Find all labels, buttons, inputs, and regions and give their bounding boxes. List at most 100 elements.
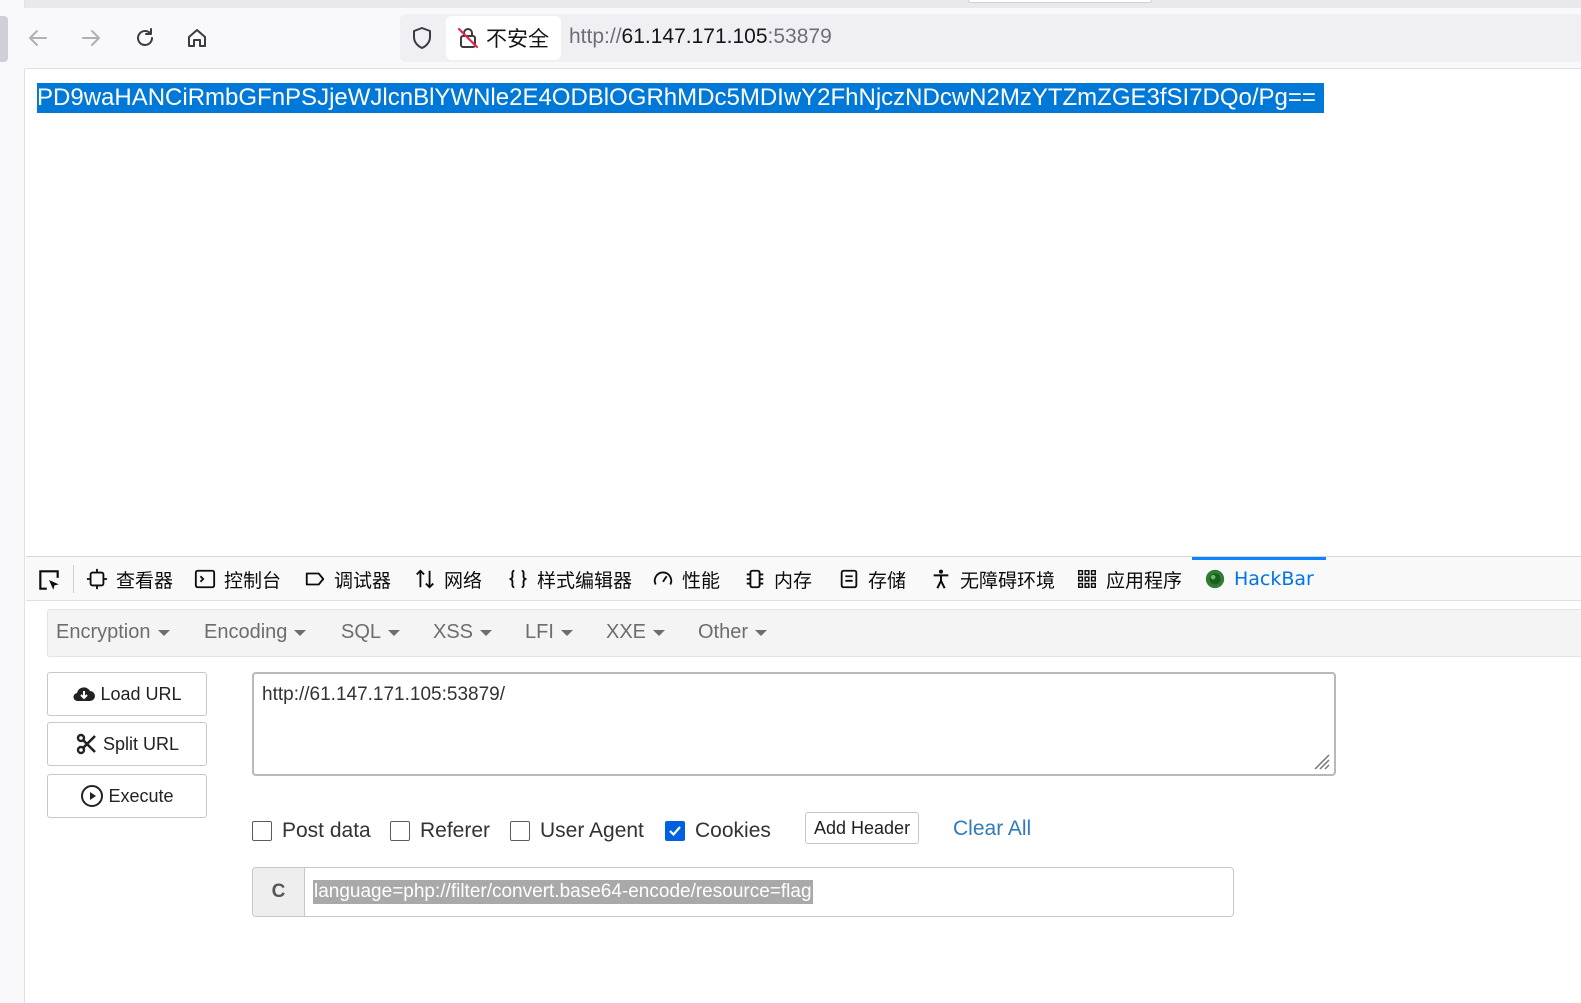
tab-memory[interactable]: 内存 xyxy=(744,557,812,601)
menu-label: SQL xyxy=(341,621,382,643)
application-icon xyxy=(1078,570,1096,588)
site-security-indicator[interactable]: 不安全 xyxy=(446,16,561,60)
user-agent-label: User Agent xyxy=(540,819,644,842)
caret-down-icon xyxy=(653,629,666,636)
tab-label: HackBar xyxy=(1234,568,1314,590)
tab-accessibility[interactable]: 无障碍环境 xyxy=(930,557,1055,601)
tab-label: 存储 xyxy=(868,569,907,592)
reload-button[interactable] xyxy=(129,22,161,54)
play-circle-icon xyxy=(81,785,104,807)
menu-encoding[interactable]: Encoding xyxy=(204,621,307,644)
referer-option[interactable]: Referer xyxy=(390,819,490,843)
tab-label: 应用程序 xyxy=(1106,569,1183,592)
tab-label: 网络 xyxy=(444,569,483,592)
security-label: 不安全 xyxy=(486,27,549,51)
add-header-button[interactable]: Add Header xyxy=(805,812,920,844)
tab-strip xyxy=(0,0,1581,8)
console-icon xyxy=(194,569,216,589)
tab-inspector[interactable]: 查看器 xyxy=(86,557,173,601)
url-textarea[interactable]: http://61.147.171.105:53879/ xyxy=(252,672,1336,776)
forward-button[interactable] xyxy=(75,22,107,54)
tab-debugger[interactable]: 调试器 xyxy=(304,557,391,601)
tab-console[interactable]: 控制台 xyxy=(194,557,281,601)
tracking-protection-icon[interactable] xyxy=(410,26,434,50)
back-button[interactable] xyxy=(22,22,54,54)
caret-down-icon xyxy=(560,629,573,636)
tab-network[interactable]: 网络 xyxy=(414,557,482,601)
caret-down-icon xyxy=(755,629,768,636)
cookie-input-group: C language=php://filter/convert.base64-e… xyxy=(252,867,1234,917)
tab-application[interactable]: 应用程序 xyxy=(1076,557,1182,601)
cookies-option[interactable]: Cookies xyxy=(665,819,771,843)
style-editor-icon xyxy=(508,569,528,589)
url-scheme: http:// xyxy=(569,25,622,48)
load-url-label: Load URL xyxy=(100,683,182,704)
post-data-label: Post data xyxy=(282,819,371,842)
menu-label: Other xyxy=(698,621,749,643)
menu-sql[interactable]: SQL xyxy=(341,621,401,644)
split-url-button[interactable]: Split URL xyxy=(47,722,207,766)
resize-grip-icon[interactable] xyxy=(1311,751,1331,771)
response-text[interactable]: PD9waHANCiRmbGFnPSJjeWJlcnBlYWNle2E4ODBl… xyxy=(37,83,1324,113)
split-url-label: Split URL xyxy=(102,733,180,754)
execute-button[interactable]: Execute xyxy=(47,774,207,818)
devtools-tabbar: 查看器 控制台 调试器 网络 样式编辑器 性能 内存 存储 无障碍环境 应用程序… xyxy=(26,557,1581,601)
element-picker-icon[interactable] xyxy=(36,567,62,593)
sidebar-edge xyxy=(0,0,25,1003)
tab-label: 无障碍环境 xyxy=(960,569,1056,592)
browser-toolbar: 不安全 http://61.147.171.105:53879 xyxy=(8,8,1581,68)
cookie-field-label: C xyxy=(253,868,305,916)
tab-label: 内存 xyxy=(774,569,813,592)
tab-performance[interactable]: 性能 xyxy=(652,557,720,601)
menu-other[interactable]: Other xyxy=(698,621,768,644)
active-tab[interactable] xyxy=(968,0,1152,3)
menu-xss[interactable]: XSS xyxy=(433,621,493,644)
referer-label: Referer xyxy=(420,819,491,842)
insecure-lock-icon xyxy=(457,27,479,49)
page-content: PD9waHANCiRmbGFnPSJjeWJlcnBlYWNle2E4ODBl… xyxy=(26,68,1581,556)
options-row: Post data Referer User Agent Cookies Add… xyxy=(252,807,1352,851)
caret-down-icon xyxy=(294,629,307,636)
cookies-label: Cookies xyxy=(695,819,771,842)
home-icon xyxy=(188,29,206,47)
inspector-icon xyxy=(86,568,108,590)
caret-down-icon xyxy=(157,629,170,636)
memory-icon xyxy=(746,569,764,589)
user-agent-option[interactable]: User Agent xyxy=(510,819,644,843)
post-data-checkbox[interactable] xyxy=(252,821,272,841)
tabbar-separator xyxy=(73,565,74,593)
cookies-checkbox[interactable] xyxy=(665,821,685,841)
caret-down-icon xyxy=(388,629,401,636)
user-agent-checkbox[interactable] xyxy=(510,821,530,841)
tab-label: 样式编辑器 xyxy=(537,569,633,592)
network-icon xyxy=(416,569,434,589)
tab-storage[interactable]: 存储 xyxy=(838,557,906,601)
tab-style-editor[interactable]: 样式编辑器 xyxy=(507,557,632,601)
post-data-option[interactable]: Post data xyxy=(252,819,371,843)
back-arrow-icon xyxy=(29,30,47,46)
storage-icon xyxy=(840,569,858,589)
devtools-panel: 查看器 控制台 调试器 网络 样式编辑器 性能 内存 存储 无障碍环境 应用程序… xyxy=(26,556,1581,1003)
checkmark-icon xyxy=(669,826,681,837)
referer-checkbox[interactable] xyxy=(390,821,410,841)
clear-all-link[interactable]: Clear All xyxy=(953,817,1031,841)
address-bar[interactable]: 不安全 http://61.147.171.105:53879 xyxy=(400,14,1581,62)
url-port: :53879 xyxy=(767,25,832,48)
sidebar-handle[interactable] xyxy=(0,16,8,62)
tab-label: 性能 xyxy=(682,569,721,592)
menu-lfi[interactable]: LFI xyxy=(525,621,573,644)
url-text[interactable]: http://61.147.171.105:53879 xyxy=(569,25,832,49)
cookie-input[interactable]: language=php://filter/convert.base64-enc… xyxy=(313,880,813,904)
tab-hackbar[interactable]: HackBar xyxy=(1192,557,1326,601)
url-host: 61.147.171.105 xyxy=(621,25,768,48)
url-textarea-value: http://61.147.171.105:53879/ xyxy=(262,684,505,705)
menu-encryption[interactable]: Encryption xyxy=(56,621,170,644)
load-url-button[interactable]: Load URL xyxy=(47,672,207,716)
accessibility-icon xyxy=(933,569,949,589)
tab-label: 调试器 xyxy=(334,569,392,592)
home-button[interactable] xyxy=(181,22,213,54)
execute-label: Execute xyxy=(108,785,174,806)
menu-label: XXE xyxy=(606,621,647,643)
menu-label: XSS xyxy=(433,621,474,643)
menu-xxe[interactable]: XXE xyxy=(606,621,666,644)
